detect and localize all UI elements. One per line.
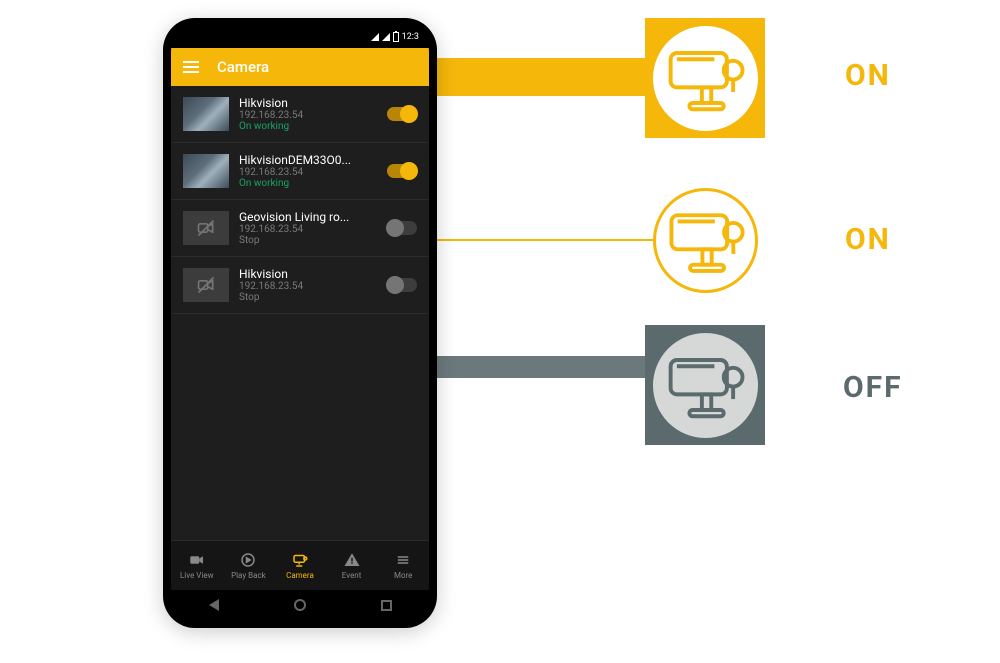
camera-thumbnail-off	[183, 211, 229, 245]
phone-screen: 12:3 Camera Hikvision 192.168.23.54 On w…	[171, 26, 429, 620]
status-bar: 12:3	[171, 26, 429, 48]
page-title: Camera	[217, 58, 269, 76]
app-bar: Camera	[171, 48, 429, 86]
camera-toggle[interactable]	[387, 278, 417, 292]
camera-name: Hikvision	[239, 267, 377, 281]
more-icon	[394, 551, 412, 569]
nav-camera[interactable]: Camera	[274, 541, 326, 590]
camera-ip: 192.168.23.54	[239, 281, 377, 292]
nav-event[interactable]: Event	[326, 541, 378, 590]
camera-row[interactable]: HikvisionDEM33O0... 192.168.23.54 On wor…	[171, 143, 429, 200]
signal-icon	[371, 33, 379, 41]
camera-status: Stop	[239, 235, 377, 246]
nav-more[interactable]: More	[377, 541, 429, 590]
camera-status: On working	[239, 121, 377, 132]
status-icon-on-2	[645, 180, 765, 300]
camera-status: Stop	[239, 292, 377, 303]
camera-thumbnail-off	[183, 268, 229, 302]
playback-icon	[239, 551, 257, 569]
status-label-on-2: ON	[845, 222, 891, 257]
camera-toggle[interactable]	[387, 107, 417, 121]
camera-row[interactable]: Geovision Living ro... 192.168.23.54 Sto…	[171, 200, 429, 257]
camera-row[interactable]: Hikvision 192.168.23.54 Stop	[171, 257, 429, 314]
camera-list: Hikvision 192.168.23.54 On working Hikvi…	[171, 86, 429, 540]
android-back-icon[interactable]	[209, 599, 219, 611]
nav-live-view[interactable]: Live View	[171, 541, 223, 590]
camera-row[interactable]: Hikvision 192.168.23.54 On working	[171, 86, 429, 143]
bottom-nav: Live View Play Back Camera Event	[171, 540, 429, 590]
video-icon	[188, 551, 206, 569]
camera-icon	[291, 551, 309, 569]
camera-ip: 192.168.23.54	[239, 167, 377, 178]
camera-thumbnail	[183, 97, 229, 131]
status-icon-off	[645, 325, 765, 445]
status-label-off: OFF	[843, 370, 903, 405]
battery-icon	[393, 32, 399, 42]
camera-name: Geovision Living ro...	[239, 210, 377, 224]
android-nav-bar	[171, 590, 429, 620]
camera-ip: 192.168.23.54	[239, 110, 377, 121]
camera-status: On working	[239, 178, 377, 189]
clock: 12:3	[402, 32, 419, 42]
camera-ip: 192.168.23.54	[239, 224, 377, 235]
android-home-icon[interactable]	[294, 599, 306, 611]
phone-frame: 12:3 Camera Hikvision 192.168.23.54 On w…	[163, 18, 437, 628]
camera-toggle[interactable]	[387, 164, 417, 178]
nav-playback[interactable]: Play Back	[223, 541, 275, 590]
status-icon-on-1	[645, 18, 765, 138]
warning-icon	[343, 551, 361, 569]
camera-toggle[interactable]	[387, 221, 417, 235]
callout-band-3	[410, 356, 650, 378]
camera-name: Hikvision	[239, 96, 377, 110]
status-label-on-1: ON	[845, 58, 891, 93]
signal-icon-2	[382, 33, 390, 41]
callout-line-2	[410, 239, 660, 241]
menu-icon[interactable]	[183, 61, 199, 73]
android-recent-icon[interactable]	[381, 600, 392, 611]
camera-name: HikvisionDEM33O0...	[239, 153, 377, 167]
camera-thumbnail	[183, 154, 229, 188]
